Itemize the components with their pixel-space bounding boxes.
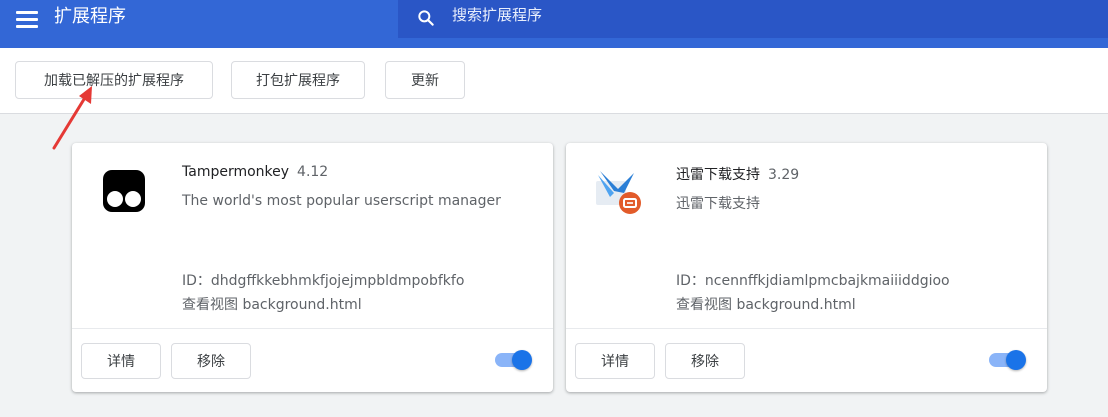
extension-card-tampermonkey: Tampermonkey 4.12 The world's most popula… <box>72 143 553 392</box>
search-bar[interactable] <box>398 0 1108 38</box>
enable-toggle[interactable] <box>989 350 1026 370</box>
background-page-link[interactable]: background.html <box>242 297 361 313</box>
remove-button[interactable]: 移除 <box>171 343 251 379</box>
card-footer: 详情 移除 <box>566 328 1047 392</box>
card-footer: 详情 移除 <box>72 328 553 392</box>
extension-name-line: 迅雷下载支持 3.29 <box>676 164 799 184</box>
extension-id: ID：ncennffkjdiamlpmcbajkmaiiiddgioo <box>676 273 950 289</box>
update-button[interactable]: 更新 <box>385 61 465 99</box>
remove-button[interactable]: 移除 <box>665 343 745 379</box>
extension-id: ID：dhdgffkkebhmkfjojejmpbldmpobfkfo <box>182 273 465 289</box>
inspect-views: 查看视图 background.html <box>676 294 856 314</box>
page-title: 扩展程序 <box>54 6 126 27</box>
thunder-bird-icon <box>596 171 641 214</box>
pack-extension-button[interactable]: 打包扩展程序 <box>231 61 365 99</box>
extension-description: 迅雷下载支持 <box>676 196 760 212</box>
details-button[interactable]: 详情 <box>81 343 161 379</box>
enable-toggle[interactable] <box>495 350 532 370</box>
extension-description: The world's most popular userscript mana… <box>182 193 501 209</box>
extension-card-thunder: 迅雷下载支持 3.29 迅雷下载支持 ID：ncennffkjdiamlpmcba… <box>566 143 1047 392</box>
inspect-views: 查看视图 background.html <box>182 294 362 314</box>
search-input[interactable] <box>452 4 952 26</box>
load-unpacked-button[interactable]: 加载已解压的扩展程序 <box>15 61 213 99</box>
app-header: 扩展程序 <box>0 0 1108 48</box>
extension-name: 迅雷下载支持 <box>676 167 760 183</box>
search-icon <box>418 10 434 26</box>
background-page-link[interactable]: background.html <box>736 297 855 313</box>
menu-icon[interactable] <box>16 11 38 29</box>
inspect-views-label: 查看视图 <box>182 297 238 313</box>
tampermonkey-icon <box>103 170 145 212</box>
inspect-views-label: 查看视图 <box>676 297 732 313</box>
extension-version: 3.29 <box>768 167 800 183</box>
extension-name: Tampermonkey <box>182 164 290 180</box>
extension-name-line: Tampermonkey 4.12 <box>182 164 328 180</box>
extension-version: 4.12 <box>297 164 329 180</box>
details-button[interactable]: 详情 <box>575 343 655 379</box>
toolbar: 加载已解压的扩展程序 打包扩展程序 更新 <box>0 48 1108 114</box>
